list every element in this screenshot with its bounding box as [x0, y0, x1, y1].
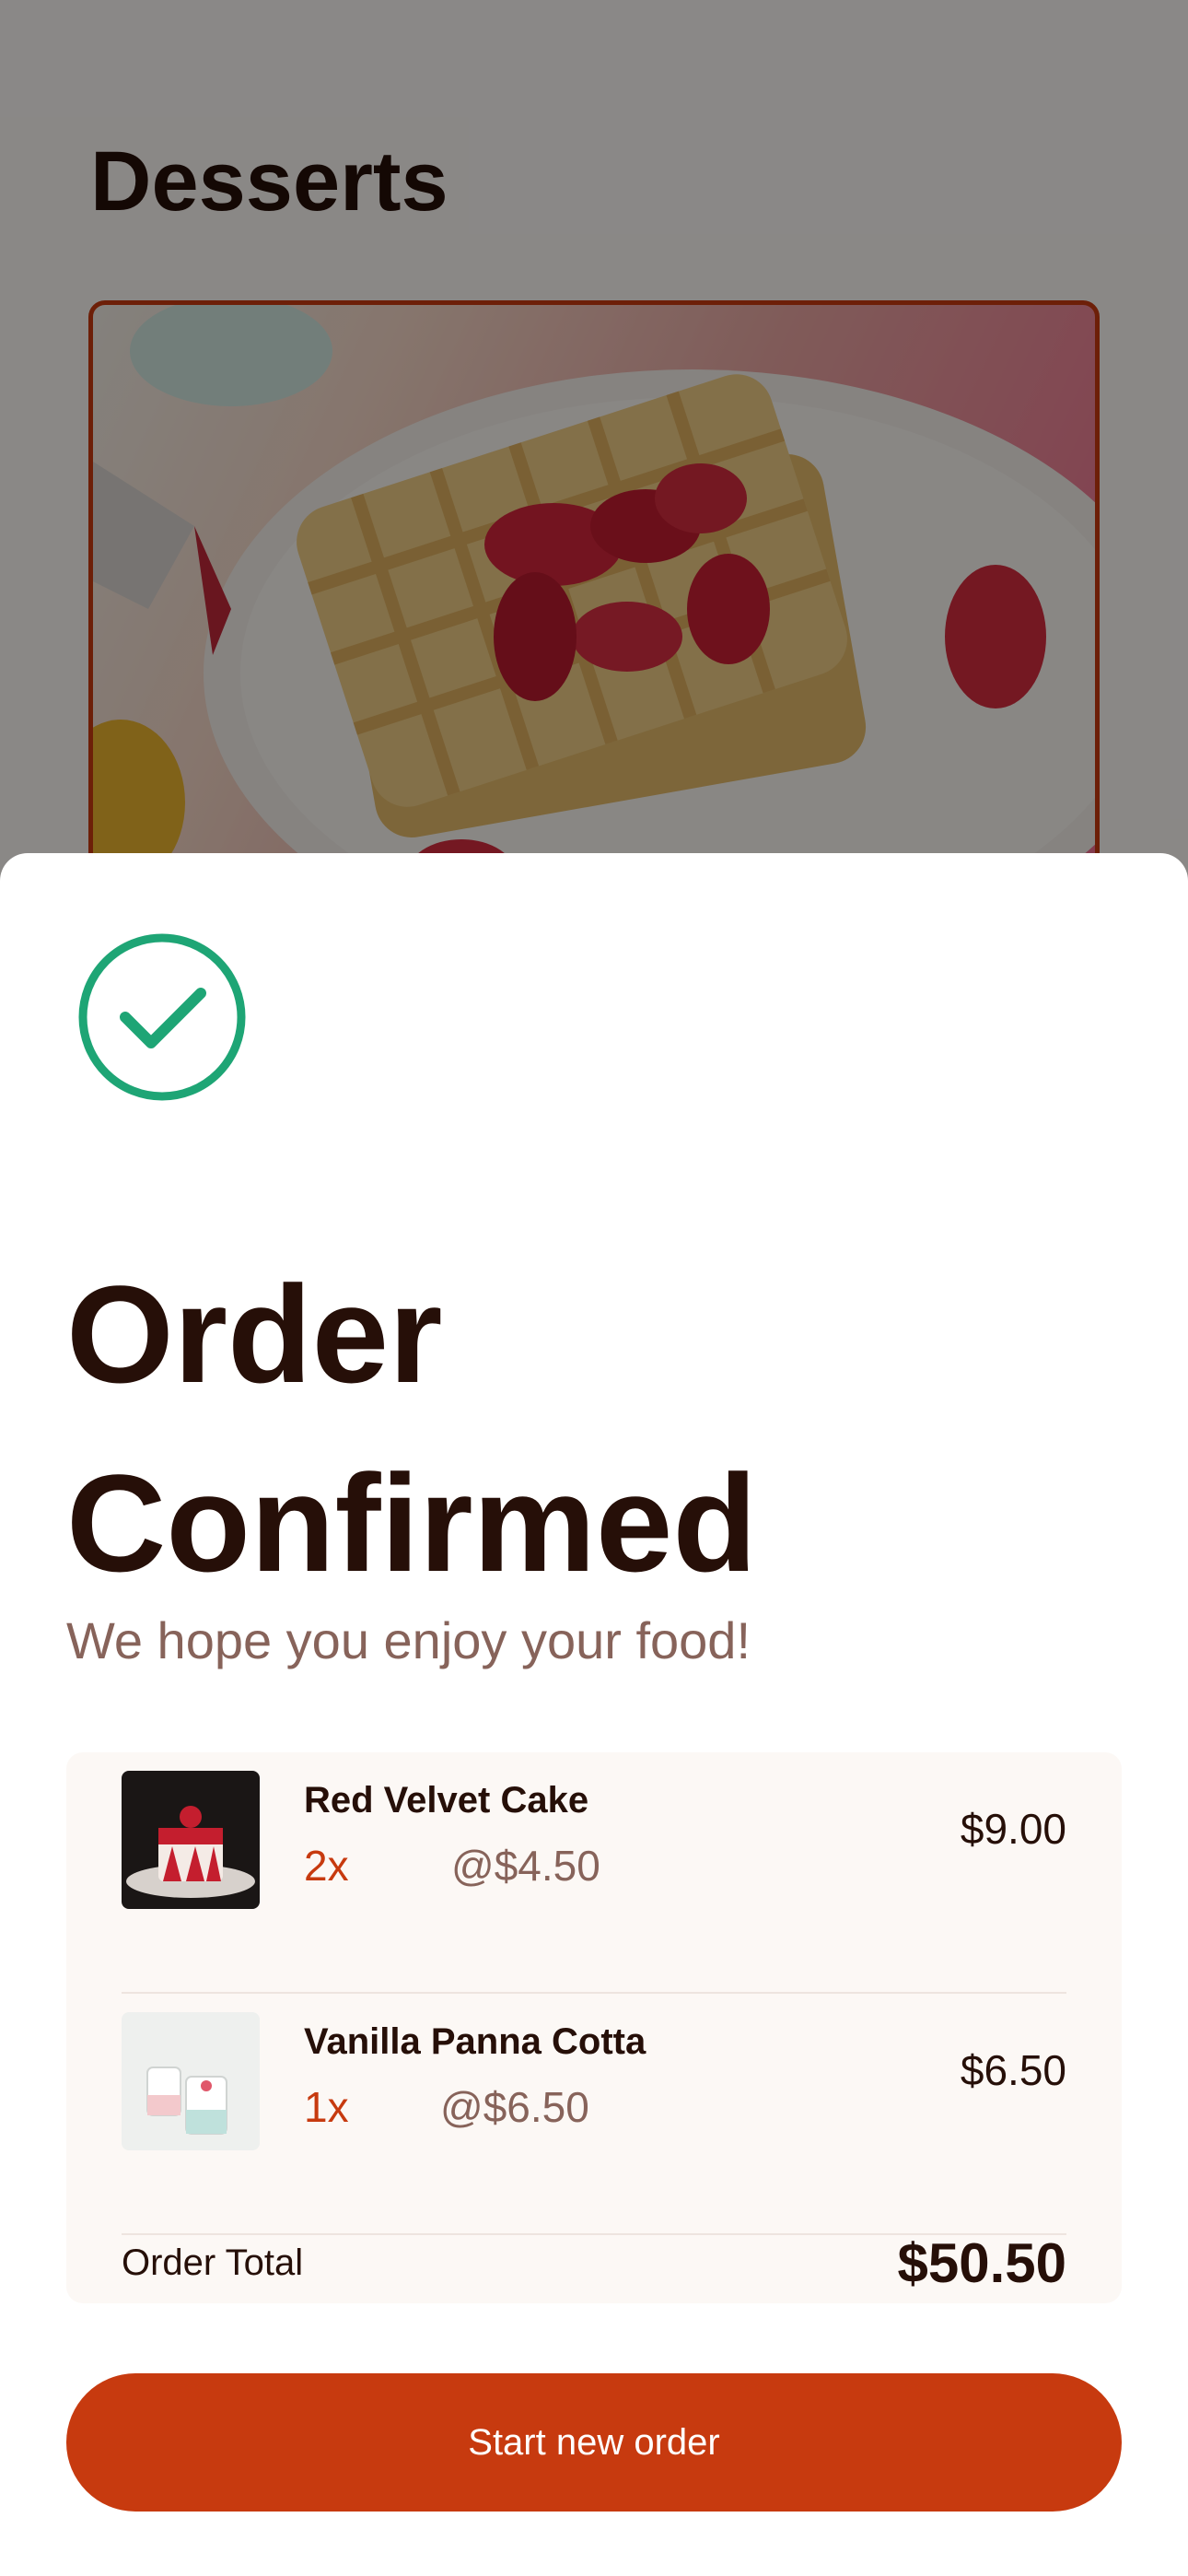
- item-thumbnail-red-velvet-cake: [122, 1771, 260, 1909]
- item-quantity: 1x: [304, 2083, 349, 2131]
- order-total-value: $50.50: [897, 2232, 1066, 2294]
- item-unit-price: @$4.50: [451, 1842, 600, 1890]
- item-line-total: $6.50: [960, 2046, 1066, 2094]
- item-name: Red Velvet Cake: [304, 1780, 589, 1821]
- item-quantity: 2x: [304, 1842, 349, 1890]
- start-new-order-button[interactable]: Start new order: [66, 2373, 1122, 2512]
- order-total-label: Order Total: [122, 2242, 304, 2283]
- check-circle-icon: [78, 933, 246, 1101]
- modal-subtitle: We hope you enjoy your food!: [66, 1611, 751, 1669]
- item-unit-price: @$6.50: [440, 2083, 589, 2131]
- item-line-total: $9.00: [960, 1805, 1066, 1853]
- order-total-row: Order Total $50.50: [122, 2231, 1066, 2303]
- order-summary: Red Velvet Cake 2x @$4.50 $9.00 Vanilla …: [66, 1752, 1122, 2303]
- order-item: Vanilla Panna Cotta 1x @$6.50 $6.50: [122, 1994, 1066, 2235]
- modal-title: Order Confirmed: [66, 1257, 757, 1600]
- item-name: Vanilla Panna Cotta: [304, 2021, 646, 2062]
- item-thumbnail-vanilla-panna-cotta: [122, 2012, 260, 2150]
- order-confirmation-modal: Order Confirmed We hope you enjoy your f…: [0, 853, 1188, 2576]
- order-item: Red Velvet Cake 2x @$4.50 $9.00: [122, 1752, 1066, 1994]
